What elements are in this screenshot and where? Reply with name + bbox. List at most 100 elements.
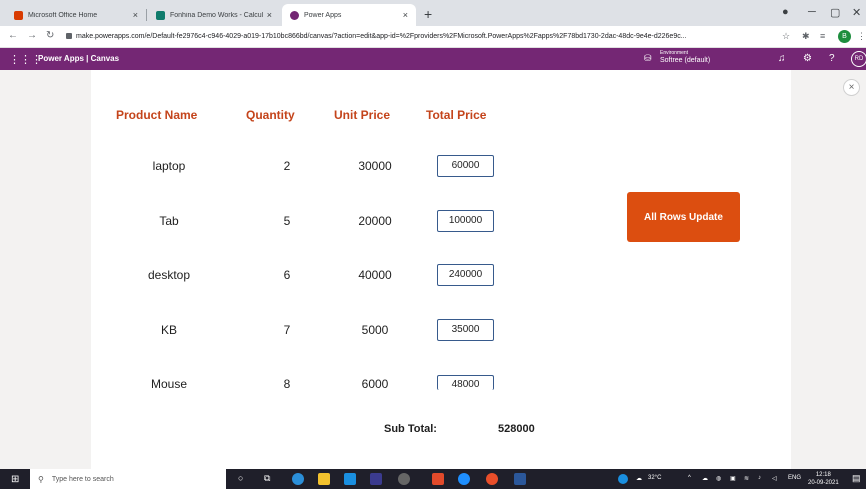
wifi-icon[interactable]: ≋ <box>744 475 749 482</box>
product-name-cell: KB <box>160 323 178 337</box>
tab-title: Power Apps <box>304 11 342 19</box>
unit-price-cell: 6000 <box>361 377 389 391</box>
chrome-icon[interactable] <box>486 473 498 485</box>
volume-icon[interactable]: ♪ <box>758 475 761 481</box>
app-title: Power Apps | Canvas <box>38 54 120 63</box>
url-input[interactable]: make.powerapps.com/e/Default-fe2976c4-c9… <box>76 30 766 44</box>
weather-temperature[interactable]: 32°C <box>648 475 661 481</box>
app-icon[interactable] <box>398 473 410 485</box>
edge-icon[interactable] <box>292 473 304 485</box>
profile-avatar[interactable]: B <box>838 30 851 43</box>
close-tab-icon[interactable]: × <box>403 10 408 20</box>
star-icon[interactable]: ☆ <box>782 31 790 42</box>
product-name-cell: Tab <box>159 214 179 228</box>
subtotal-label: Sub Total: <box>384 423 437 435</box>
user-avatar[interactable]: RD <box>851 51 866 67</box>
network-status-icon[interactable] <box>618 474 628 484</box>
unit-price-cell: 40000 <box>358 268 392 282</box>
taskbar-search-input[interactable]: ⚲ Type here to search <box>30 469 226 489</box>
menu-dots-icon[interactable]: ⋮ <box>857 31 866 42</box>
windows-start-icon[interactable]: ⊞ <box>11 474 19 485</box>
product-name-cell: desktop <box>147 268 191 282</box>
unit-price-cell: 20000 <box>358 214 392 228</box>
canvas-right-margin <box>791 70 866 469</box>
help-icon[interactable]: ? <box>829 53 835 64</box>
header-total-price: Total Price <box>426 108 487 122</box>
tab-title: Fonhina Demo Works - Calculati <box>170 11 263 19</box>
word-icon[interactable] <box>514 473 526 485</box>
cortana-icon[interactable]: ○ <box>238 473 243 483</box>
playlist-icon[interactable]: ≡ <box>820 31 825 41</box>
fonhina-icon <box>156 10 165 20</box>
close-tab-icon[interactable]: × <box>267 10 272 20</box>
notification-center-icon[interactable]: ▤ <box>852 473 861 484</box>
total-price-input[interactable]: 60000 <box>437 155 494 177</box>
quantity-cell: 2 <box>283 159 291 173</box>
browser-tab-strip: Microsoft Office Home × Fonhina Demo Wor… <box>0 0 866 26</box>
environment-selector[interactable]: Softree (default) <box>660 57 710 64</box>
weather-icon[interactable]: ☁ <box>636 475 642 482</box>
cloud-icon[interactable]: ☁ <box>702 475 708 482</box>
clock-date: 20-09-2021 <box>808 480 839 486</box>
task-view-icon[interactable]: ⧉ <box>264 473 270 484</box>
total-price-input[interactable]: 100000 <box>437 210 494 232</box>
settings-gear-icon[interactable]: ⚙ <box>803 53 812 64</box>
header-unit-price: Unit Price <box>334 108 391 122</box>
environment-icon: ⛁ <box>644 53 652 63</box>
close-tab-icon[interactable]: × <box>133 10 138 20</box>
product-name-cell: Mouse <box>150 377 188 391</box>
unit-price-cell: 30000 <box>358 159 392 173</box>
quantity-cell: 5 <box>283 214 291 228</box>
browser-tab-fonhina[interactable]: Fonhina Demo Works - Calculati × <box>148 4 280 26</box>
powerapps-header: ⋮⋮⋮ Power Apps | Canvas ⛁ Environment So… <box>0 48 866 70</box>
total-price-input[interactable]: 240000 <box>437 264 494 286</box>
file-explorer-icon[interactable] <box>318 473 330 485</box>
total-price-input[interactable]: 48000 <box>437 375 494 390</box>
quantity-cell: 7 <box>283 323 291 337</box>
office-icon <box>14 10 23 20</box>
teams-icon[interactable] <box>370 473 382 485</box>
location-icon[interactable]: ◍ <box>716 475 721 482</box>
back-icon[interactable]: ← <box>8 30 18 41</box>
unit-price-cell: 5000 <box>361 323 389 337</box>
extension-icon[interactable]: ✱ <box>802 31 810 42</box>
close-preview-icon[interactable]: × <box>843 79 860 96</box>
maximize-icon[interactable]: ▢ <box>830 6 840 19</box>
product-name-cell: laptop <box>152 159 186 173</box>
address-bar: ← → ↻ make.powerapps.com/e/Default-fe297… <box>0 26 866 48</box>
all-rows-update-button[interactable]: All Rows Update <box>627 192 740 242</box>
notification-bell-icon[interactable]: ♫ <box>778 53 786 64</box>
total-price-input[interactable]: 35000 <box>437 319 494 341</box>
skype-icon[interactable] <box>458 473 470 485</box>
close-window-icon[interactable]: ✕ <box>852 6 861 19</box>
browser-tab-office[interactable]: Microsoft Office Home × <box>6 4 146 26</box>
language-indicator[interactable]: ENG <box>788 475 801 481</box>
quantity-cell: 8 <box>283 377 291 391</box>
header-product-name: Product Name <box>116 108 198 122</box>
speaker-icon[interactable]: ◁ <box>772 475 777 482</box>
taskbar-clock[interactable]: 12:18 20-09-2021 <box>808 471 839 487</box>
subtotal-value: 528000 <box>498 423 535 435</box>
powerapps-icon <box>290 10 299 20</box>
mail-icon[interactable] <box>344 473 356 485</box>
quantity-cell: 6 <box>283 268 291 282</box>
reload-icon[interactable]: ↻ <box>46 30 54 41</box>
search-placeholder: Type here to search <box>51 475 114 483</box>
canvas-left-margin <box>0 70 91 469</box>
display-icon[interactable]: ▣ <box>730 475 736 482</box>
tray-overflow-icon[interactable]: ^ <box>688 475 691 481</box>
office-app-icon[interactable] <box>432 473 444 485</box>
new-tab-button[interactable]: + <box>424 6 432 22</box>
forward-icon[interactable]: → <box>27 30 37 41</box>
browser-tab-powerapps[interactable]: Power Apps × <box>282 4 416 26</box>
record-icon[interactable]: ● <box>782 6 789 18</box>
search-icon: ⚲ <box>38 474 44 484</box>
clock-time: 12:18 <box>815 472 831 478</box>
environment-label: Environment <box>660 50 689 56</box>
lock-icon <box>66 33 72 39</box>
tab-title: Microsoft Office Home <box>28 11 98 19</box>
tab-divider <box>146 9 147 21</box>
windows-taskbar: ⊞ ⚲ Type here to search ○ ⧉ ☁ 32°C ^ ☁ ◍… <box>0 469 866 489</box>
minimize-icon[interactable]: ─ <box>808 6 816 18</box>
header-quantity: Quantity <box>246 108 295 122</box>
